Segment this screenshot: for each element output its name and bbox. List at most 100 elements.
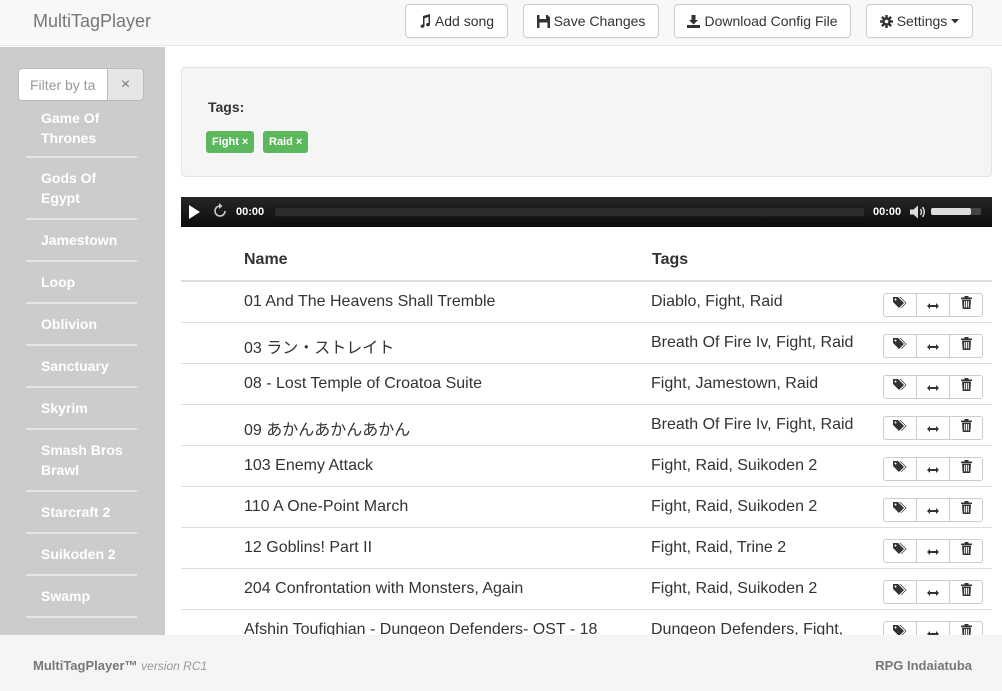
move-button[interactable] [916,293,950,317]
table-row[interactable]: Afshin Toufighian - Dungeon Defenders- O… [181,610,992,635]
song-tags: Dungeon Defenders, Fight, [651,621,844,635]
row-actions [883,375,983,399]
trash-icon [960,624,972,635]
edit-tags-button[interactable] [883,334,917,358]
move-button[interactable] [916,334,950,358]
play-icon[interactable] [189,205,200,219]
row-actions [883,416,983,440]
table-row[interactable]: 110 A One-Point March Fight, Raid, Suikod… [181,487,992,528]
sidebar-item-loop[interactable]: Loop [26,262,137,304]
row-actions [883,580,983,604]
song-tags: Breath Of Fire Iv, Fight, Raid [651,416,854,433]
trash-icon [960,378,972,396]
song-name: Afshin Toufighian - Dungeon Defenders- O… [244,621,598,635]
delete-button[interactable] [949,334,983,358]
sidebar-item-starcraft-2[interactable]: Starcraft 2 [26,492,137,534]
song-tags: Fight, Raid, Suikoden 2 [651,580,818,597]
edit-tags-button[interactable] [883,539,917,563]
delete-button[interactable] [949,293,983,317]
delete-button[interactable] [949,416,983,440]
selected-tags-panel: Tags: Fight × Raid × [181,67,992,177]
move-button[interactable] [916,580,950,604]
tags-icon [893,337,907,355]
table-row[interactable]: 08 - Lost Temple of Croatoa Suite Fight, … [181,364,992,405]
sidebar-item-label: Sanctuary [41,358,109,374]
sidebar-item-label: Starcraft 2 [41,504,111,520]
settings-dropdown-button[interactable]: Settings [866,4,973,38]
tags-icon [893,378,907,396]
edit-tags-button[interactable] [883,580,917,604]
download-icon [687,14,701,28]
move-button[interactable] [916,498,950,522]
sidebar-item-label: Swamp [41,588,91,604]
table-row[interactable]: 03 ラン・ストレイト Breath Of Fire Iv, Fight, Rai… [181,323,992,364]
move-button[interactable] [916,416,950,440]
sidebar-item-label: Oblivion [41,316,97,332]
tags-icon [893,460,907,478]
row-actions [883,539,983,563]
tags-icon [893,624,907,635]
sidebar-item-label: Suikoden 2 [41,546,116,562]
edit-tags-button[interactable] [883,457,917,481]
move-button[interactable] [916,539,950,563]
table-row[interactable]: 12 Goblins! Part II Fight, Raid, Trine 2 [181,528,992,569]
sidebar-item-skyrim[interactable]: Skyrim [26,388,137,430]
edit-tags-button[interactable] [883,416,917,440]
sidebar-item-sanctuary[interactable]: Sanctuary [26,346,137,388]
table-row[interactable]: 204 Confrontation with Monsters, Again Fi… [181,569,992,610]
column-header-name[interactable]: Name [244,251,288,269]
tag-filter-input[interactable] [18,68,107,101]
delete-button[interactable] [949,621,983,635]
sidebar-item-jamestown[interactable]: Jamestown [26,220,137,262]
loop-icon[interactable] [212,203,228,224]
gear-icon [879,14,893,28]
resize-horizontal-icon [927,378,939,396]
add-song-button[interactable]: Add song [405,4,508,38]
sidebar-item-label: Game Of Thrones [41,110,100,146]
edit-tags-button[interactable] [883,498,917,522]
trash-icon [960,542,972,560]
sidebar-item-swamp[interactable]: Swamp [26,576,137,618]
edit-tags-button[interactable] [883,293,917,317]
save-changes-button[interactable]: Save Changes [523,4,659,38]
tags-icon [893,419,907,437]
edit-tags-button[interactable] [883,621,917,635]
tag-chip-raid[interactable]: Raid × [263,131,309,153]
delete-button[interactable] [949,539,983,563]
download-config-label: Download Config File [704,13,838,29]
song-name: 03 ラン・ストレイト [244,340,395,357]
column-header-tags[interactable]: Tags [652,251,688,269]
table-row[interactable]: 09 あかんあかんあかん Breath Of Fire Iv, Fight, Ra… [181,405,992,446]
delete-button[interactable] [949,375,983,399]
footer-brand-name: MultiTagPlayer™ [33,658,138,673]
delete-button[interactable] [949,498,983,522]
move-button[interactable] [916,621,950,635]
row-actions [883,334,983,358]
clear-filter-button[interactable]: × [107,68,144,101]
delete-button[interactable] [949,457,983,481]
tag-chip-fight[interactable]: Fight × [206,131,255,153]
resize-horizontal-icon [927,583,939,601]
sidebar-item-gods-of-egypt[interactable]: Gods Of Egypt [26,158,137,220]
seek-bar[interactable] [274,207,865,217]
sidebar-item-game-of-thrones[interactable]: Game Of Thrones [26,108,137,158]
delete-button[interactable] [949,580,983,604]
sidebar-item-smash-bros-brawl[interactable]: Smash Bros Brawl [26,430,137,492]
song-name: 01 And The Heavens Shall Tremble [244,293,496,310]
sidebar-item-suikoden-2[interactable]: Suikoden 2 [26,534,137,576]
table-row[interactable]: 01 And The Heavens Shall Tremble Diablo, … [181,282,992,323]
tags-icon [893,542,907,560]
close-icon: × [120,75,131,93]
song-name: 09 あかんあかんあかん [244,422,411,439]
move-button[interactable] [916,375,950,399]
sidebar-item-oblivion[interactable]: Oblivion [26,304,137,346]
speaker-icon[interactable] [910,205,926,224]
edit-tags-button[interactable] [883,375,917,399]
table-row[interactable]: 103 Enemy Attack Fight, Raid, Suikoden 2 [181,446,992,487]
trash-icon [960,337,972,355]
download-config-button[interactable]: Download Config File [674,4,851,38]
move-button[interactable] [916,457,950,481]
volume-slider[interactable] [931,208,981,215]
app-brand[interactable]: MultiTagPlayer [33,11,151,32]
trash-icon [960,460,972,478]
